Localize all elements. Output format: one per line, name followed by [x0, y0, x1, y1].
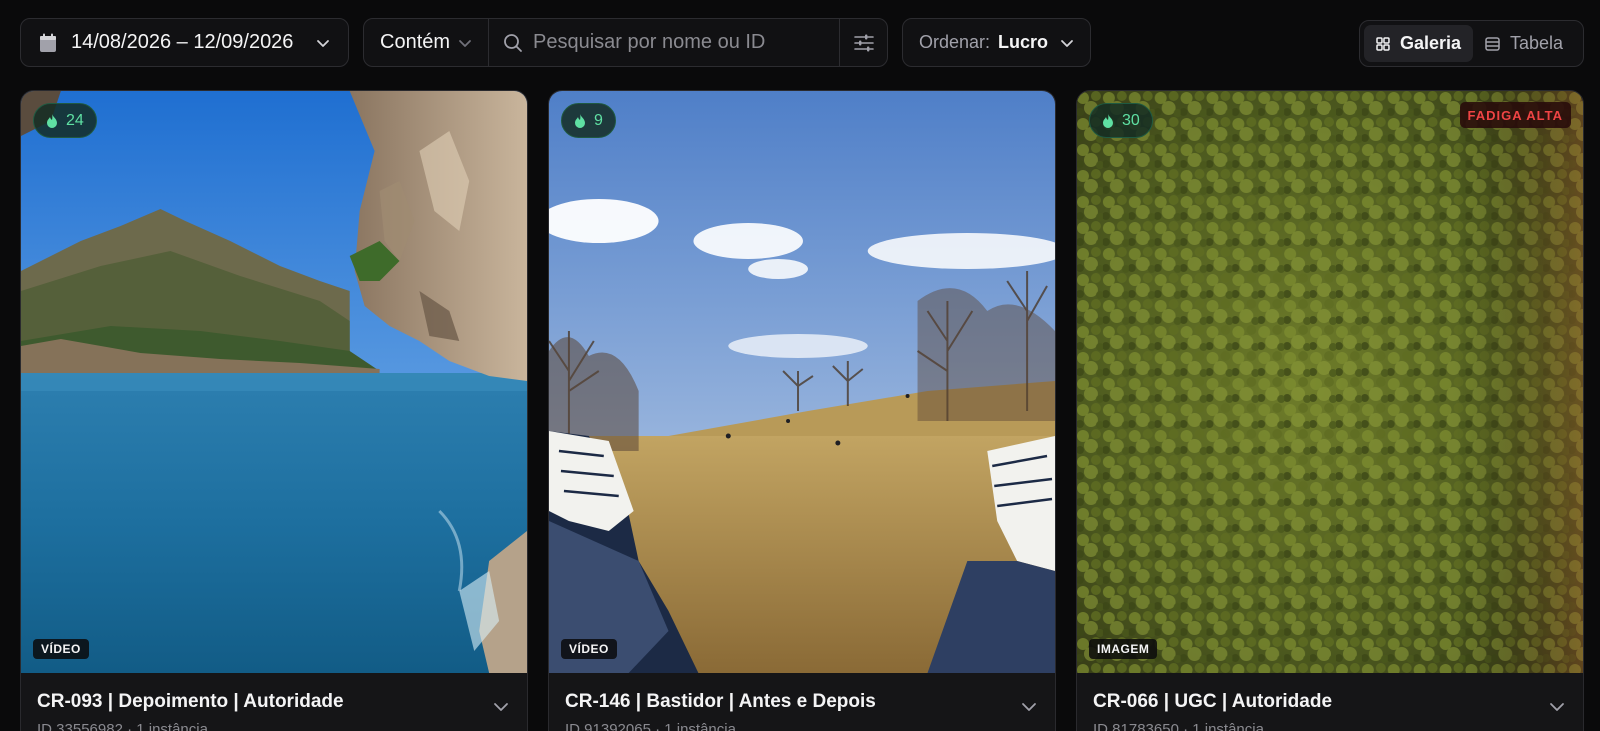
sort-dropdown[interactable]: Ordenar: Lucro	[902, 18, 1091, 67]
view-table-label: Tabela	[1510, 33, 1564, 53]
creative-meta: ID 91392065 · 1 instância	[565, 721, 736, 731]
match-mode-value: Contém	[380, 31, 451, 53]
sliders-icon	[853, 34, 874, 51]
sort-label: Ordenar:	[919, 32, 991, 52]
search-icon	[504, 33, 522, 52]
flame-icon	[47, 113, 57, 128]
creative-card[interactable]: 24 VÍDEO CR-093 | Depoimento | Autoridad…	[20, 90, 528, 731]
view-table-button[interactable]: Tabela	[1473, 25, 1575, 62]
creative-card[interactable]: 30 FADIGA ALTA IMAGEM CR-066 | UGC | Aut…	[1076, 90, 1584, 731]
creative-title: CR-146 | Bastidor | Antes e Depois	[565, 691, 876, 712]
creative-meta: ID 33556982 · 1 instância	[37, 721, 208, 731]
view-toggle: Galeria Tabela	[1359, 20, 1584, 67]
flame-icon	[1103, 113, 1113, 128]
performance-score-badge: 24	[33, 103, 97, 138]
performance-score-value: 9	[594, 111, 603, 129]
card-footer: CR-066 | UGC | Autoridade ID 81783650 · …	[1077, 673, 1583, 731]
fatigue-alert-badge: FADIGA ALTA	[1459, 102, 1571, 128]
aerial-forest-image	[1077, 91, 1583, 673]
search-bar: Contém	[363, 18, 888, 67]
search-field	[489, 19, 839, 66]
view-gallery-button[interactable]: Galeria	[1364, 25, 1473, 62]
performance-score-badge: 9	[561, 103, 616, 138]
creative-thumbnail: 24 VÍDEO	[21, 91, 527, 673]
chevron-down-icon[interactable]	[1549, 699, 1565, 715]
creative-thumbnail: 9 VÍDEO	[549, 91, 1055, 673]
search-input[interactable]	[533, 31, 834, 54]
chevron-down-icon[interactable]	[493, 699, 509, 715]
table-icon	[1485, 36, 1500, 51]
match-mode-dropdown[interactable]: Contém	[364, 19, 490, 66]
card-footer: CR-146 | Bastidor | Antes e Depois ID 91…	[549, 673, 1055, 731]
grid-icon	[1376, 36, 1390, 51]
sort-value: Lucro	[998, 32, 1049, 52]
media-type-badge: VÍDEO	[561, 639, 617, 659]
media-type-badge: VÍDEO	[33, 639, 89, 659]
chevron-down-icon[interactable]	[1021, 699, 1037, 715]
creative-title: CR-066 | UGC | Autoridade	[1093, 691, 1333, 712]
date-range-picker[interactable]: 14/08/2026 – 12/09/2026	[20, 18, 349, 67]
filter-settings-button[interactable]	[839, 19, 887, 66]
performance-score-value: 30	[1122, 111, 1140, 129]
creative-title: CR-093 | Depoimento | Autoridade	[37, 691, 344, 712]
creative-meta: ID 81783650 · 1 instância	[1093, 721, 1264, 731]
view-gallery-label: Galeria	[1399, 33, 1461, 53]
creative-card[interactable]: 9 VÍDEO CR-146 | Bastidor | Antes e Depo…	[548, 90, 1056, 731]
media-type-badge: IMAGEM	[1089, 639, 1158, 659]
card-footer: CR-093 | Depoimento | Autoridade ID 3355…	[21, 673, 527, 731]
date-range-value: 14/08/2026 – 12/09/2026	[71, 31, 294, 53]
chevron-down-icon	[317, 39, 329, 47]
park-field-image	[549, 91, 1055, 673]
performance-score-badge: 30	[1089, 103, 1153, 138]
performance-score-value: 24	[66, 111, 84, 129]
chevron-down-icon	[1061, 39, 1073, 47]
chevron-down-icon	[459, 39, 471, 47]
coastal-cliffs-image	[21, 91, 527, 673]
creative-thumbnail: 30 FADIGA ALTA IMAGEM	[1077, 91, 1583, 673]
flame-icon	[575, 113, 585, 128]
toolbar: 14/08/2026 – 12/09/2026 Contém Ordenar: …	[0, 0, 1600, 86]
calendar-icon	[40, 33, 56, 52]
